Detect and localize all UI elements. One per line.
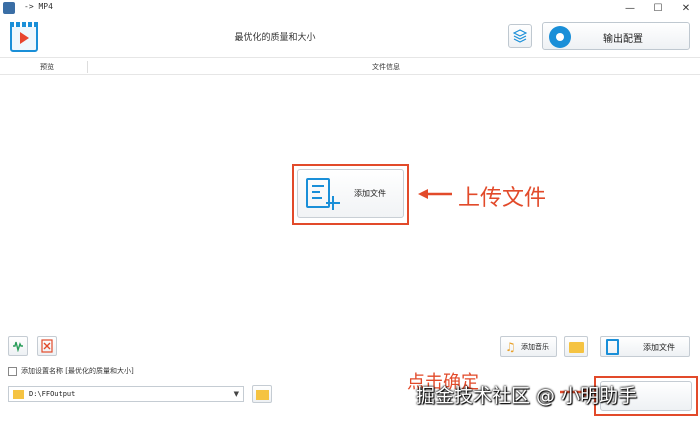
file-list-header: 预览 文件信息 — [0, 59, 700, 75]
add-folder-button[interactable] — [564, 336, 588, 357]
layers-button[interactable] — [508, 24, 532, 48]
column-divider[interactable] — [87, 61, 88, 73]
output-path-value: D:\FFOutput — [29, 390, 76, 398]
output-config-label: 输出配置 — [603, 34, 643, 45]
title-bar: -> MP4 — ☐ ✕ — [0, 0, 700, 16]
remove-file-button[interactable] — [37, 336, 57, 356]
preset-title: 最优化的质量和大小 — [234, 33, 316, 43]
header-toolbar: 最优化的质量和大小 输出配置 — [0, 16, 700, 58]
maximize-button[interactable]: ☐ — [644, 0, 672, 16]
close-button[interactable]: ✕ — [672, 0, 700, 16]
column-preview[interactable]: 预览 — [40, 62, 54, 72]
folder-add-icon — [569, 342, 584, 353]
output-path-select[interactable]: D:\FFOutput ▼ — [8, 386, 244, 402]
add-setting-name-label: 添加设置名称 [最优化的质量和大小] — [21, 367, 134, 375]
video-file-icon — [10, 22, 38, 52]
add-music-label: 添加音乐 — [521, 343, 549, 351]
plus-icon — [326, 196, 340, 210]
output-config-button[interactable]: 输出配置 — [542, 22, 690, 50]
app-icon — [3, 2, 15, 14]
add-file-button[interactable]: 添加文件 — [600, 336, 690, 357]
add-setting-name-checkbox[interactable] — [8, 366, 17, 376]
folder-icon — [13, 390, 24, 399]
add-file-center-button[interactable]: 添加文件 — [297, 169, 404, 218]
folder-open-icon — [256, 390, 269, 400]
chevron-down-icon: ▼ — [233, 390, 239, 398]
music-note-icon: ♫ — [505, 340, 516, 354]
add-setting-name-row: 添加设置名称 [最优化的质量和大小] — [8, 365, 134, 377]
watermark: 掘金技术社区 @ 小明助手 — [416, 385, 638, 407]
layers-icon — [513, 29, 527, 43]
gear-icon — [549, 26, 571, 48]
add-music-button[interactable]: ♫ 添加音乐 — [500, 336, 557, 357]
add-document-icon — [606, 339, 619, 355]
delete-file-icon — [41, 339, 53, 353]
browse-folder-button[interactable] — [252, 385, 272, 403]
add-file-center-label: 添加文件 — [354, 189, 386, 198]
upload-annotation: 上传文件 — [458, 186, 547, 211]
column-file-info[interactable]: 文件信息 — [372, 62, 400, 72]
waveform-button[interactable] — [8, 336, 28, 356]
waveform-icon — [13, 341, 23, 352]
arrow-left-icon — [418, 189, 452, 199]
minimize-button[interactable]: — — [616, 0, 644, 16]
window-title: -> MP4 — [24, 2, 53, 11]
add-file-label: 添加文件 — [643, 343, 675, 352]
